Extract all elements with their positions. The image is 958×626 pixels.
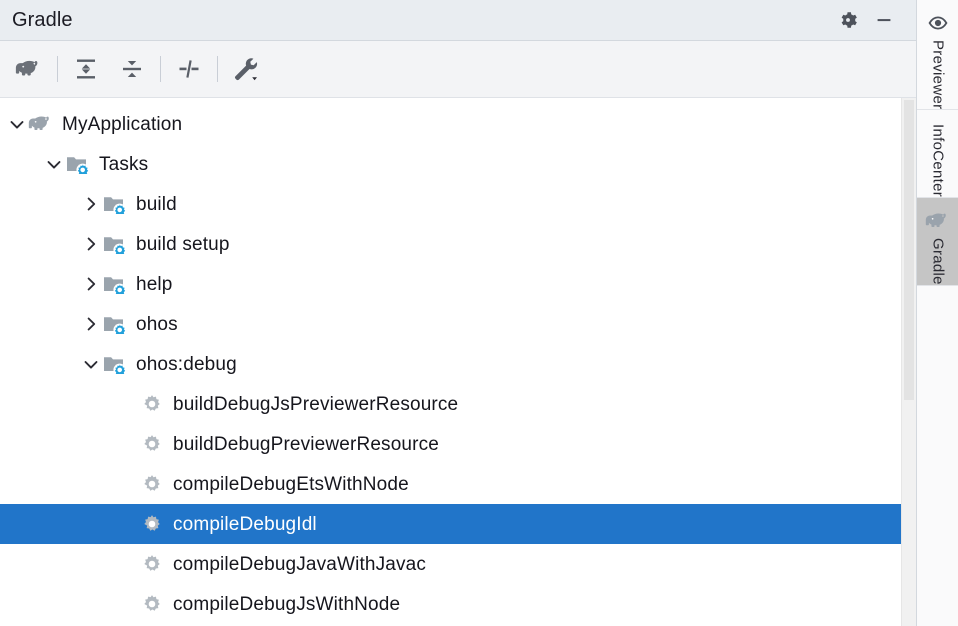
gear-task-icon	[141, 474, 163, 495]
toggle-offline-mode-button[interactable]	[166, 46, 212, 92]
execute-gradle-task-button[interactable]	[6, 46, 52, 92]
gradle-elephant-icon	[15, 60, 38, 76]
page-title: Gradle	[12, 9, 73, 31]
right-tool-window-stripe: Previewer InfoCenter Gradle	[916, 0, 958, 626]
tree-row[interactable]: ohos	[0, 304, 901, 344]
chevron-down-icon[interactable]	[6, 104, 28, 144]
sidebar-tab-label: Previewer	[929, 40, 947, 110]
minimize-button[interactable]	[866, 2, 902, 38]
tree-row[interactable]: buildDebugPreviewerResource	[0, 424, 901, 464]
tree-row-label: ohos:debug	[136, 353, 237, 375]
sidebar-tab-infocenter[interactable]: InfoCenter	[917, 110, 958, 199]
tree-row-icon	[139, 471, 165, 497]
eye-icon	[928, 14, 948, 32]
tree-row-icon	[102, 271, 128, 297]
tool-window-body: Gradle MyApplication Tasks build build s…	[0, 0, 916, 626]
sidebar-tab-icon	[928, 10, 948, 36]
sidebar-tab-previewer[interactable]: Previewer	[917, 0, 958, 111]
gradle-elephant-icon	[925, 211, 951, 231]
tree-vertical-scrollbar[interactable]	[901, 98, 916, 626]
toolbar-separator	[57, 56, 58, 82]
gear-icon	[841, 12, 857, 28]
chevron-right-icon[interactable]	[80, 304, 102, 344]
sidebar-tab-gradle[interactable]: Gradle	[917, 198, 958, 287]
tree-row-label: Tasks	[99, 153, 149, 175]
chevron-right-icon[interactable]	[80, 224, 102, 264]
sidebar-tab-icon	[925, 208, 951, 234]
gradle-task-tree[interactable]: MyApplication Tasks build build setup help oh…	[0, 98, 901, 626]
tree-row-label: build	[136, 193, 177, 215]
tree-row-icon	[102, 351, 128, 377]
sidebar-tab-label: InfoCenter	[929, 124, 947, 198]
tree-row-icon	[139, 511, 165, 537]
sidebar-filler	[917, 286, 958, 626]
gear-task-icon	[141, 554, 163, 575]
gradle-tool-window: Gradle MyApplication Tasks build build s…	[0, 0, 958, 626]
tree-row-icon	[65, 151, 91, 177]
task-folder-icon	[103, 314, 127, 334]
task-folder-icon	[103, 274, 127, 294]
build-tool-settings-button[interactable]	[223, 46, 269, 92]
tree-row[interactable]: build setup	[0, 224, 901, 264]
tree-row-icon	[139, 591, 165, 617]
toolbar-separator	[160, 56, 161, 82]
tree-row[interactable]: compileDebugEtsWithNode	[0, 464, 901, 504]
tree-row-icon	[102, 311, 128, 337]
toolbar-separator	[217, 56, 218, 82]
toggle-offline-icon	[179, 60, 199, 78]
tree-row[interactable]: help	[0, 264, 901, 304]
tree-row-label: build setup	[136, 233, 230, 255]
task-folder-icon	[103, 194, 127, 214]
gear-task-icon	[141, 434, 163, 455]
tool-window-toolbar	[0, 41, 916, 98]
expand-all-icon	[77, 59, 95, 79]
tree-row[interactable]: compileDebugJsWithNode	[0, 584, 901, 624]
tree-row-label: buildDebugJsPreviewerResource	[173, 393, 459, 415]
expand-all-button[interactable]	[63, 46, 109, 92]
tree-row[interactable]: compileDebugIdl	[0, 504, 901, 544]
chevron-down-icon[interactable]	[43, 144, 65, 184]
collapse-all-button[interactable]	[109, 46, 155, 92]
tree-row[interactable]: ohos:debug	[0, 344, 901, 384]
tree-row-label: MyApplication	[62, 113, 183, 135]
tree-row-icon	[139, 391, 165, 417]
tree-row-icon	[102, 231, 128, 257]
tree-row[interactable]: build	[0, 184, 901, 224]
task-folder-icon	[66, 154, 90, 174]
gear-task-icon	[141, 514, 163, 535]
task-folder-icon	[103, 234, 127, 254]
settings-button[interactable]	[830, 2, 866, 38]
collapse-all-icon	[123, 61, 141, 77]
tree-row-label: help	[136, 273, 173, 295]
tree-row-label: compileDebugIdl	[173, 513, 317, 535]
title-bar: Gradle	[0, 0, 916, 41]
tree-row[interactable]: MyApplication	[0, 104, 901, 144]
wrench-dropdown-icon	[235, 58, 258, 81]
tree-row-label: compileDebugJsWithNode	[173, 593, 401, 615]
chevron-right-icon[interactable]	[80, 264, 102, 304]
gear-task-icon	[141, 594, 163, 615]
gradle-task-tree-container: MyApplication Tasks build build setup help oh…	[0, 98, 916, 626]
tree-row-icon	[28, 111, 54, 137]
tree-row[interactable]: compileDebugJavaWithJavac	[0, 544, 901, 584]
chevron-down-icon[interactable]	[80, 344, 102, 384]
gear-task-icon	[141, 394, 163, 415]
tree-row-icon	[102, 191, 128, 217]
chevron-right-icon[interactable]	[80, 184, 102, 224]
minimize-icon	[877, 19, 891, 22]
tree-scrollbar-thumb[interactable]	[904, 100, 914, 400]
tree-row-label: compileDebugEtsWithNode	[173, 473, 409, 495]
task-folder-icon	[103, 354, 127, 374]
tree-row-label: buildDebugPreviewerResource	[173, 433, 439, 455]
tree-row-icon	[139, 431, 165, 457]
tree-row[interactable]: Tasks	[0, 144, 901, 184]
tree-row-label: ohos	[136, 313, 178, 335]
tree-row-label: compileDebugJavaWithJavac	[173, 553, 426, 575]
sidebar-tab-label: Gradle	[929, 238, 947, 286]
tree-row[interactable]: buildDebugJsPreviewerResource	[0, 384, 901, 424]
tree-row-icon	[139, 551, 165, 577]
gradle-elephant-icon	[28, 114, 54, 134]
